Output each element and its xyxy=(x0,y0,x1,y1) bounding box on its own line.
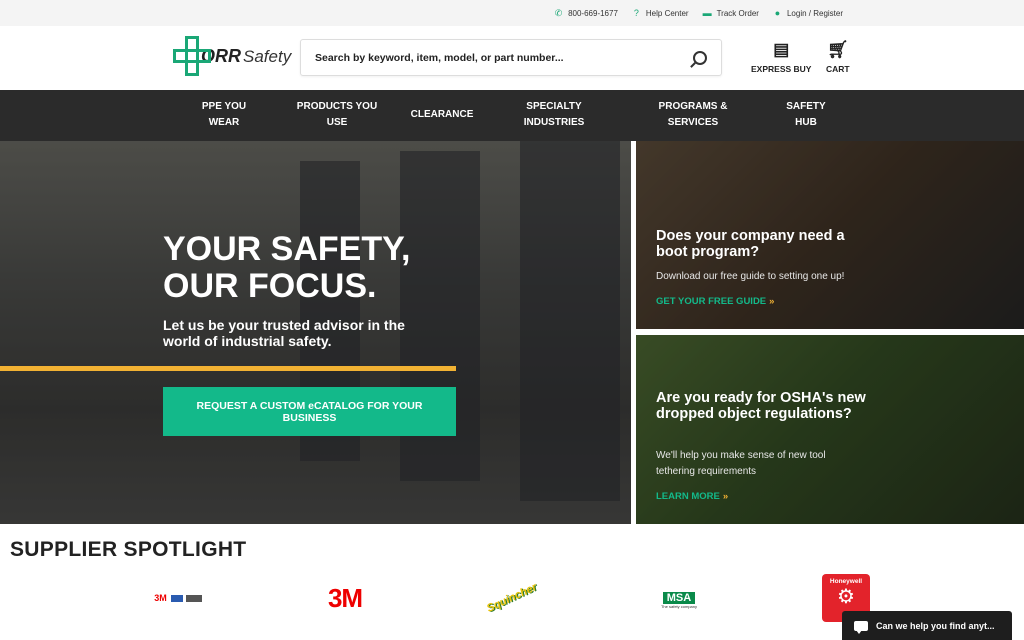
hero-title-line1: YOUR SAFETY, xyxy=(163,230,411,268)
promo-card-boot-program[interactable]: Does your company need a boot program? D… xyxy=(636,141,1024,329)
login-label: Login / Register xyxy=(786,8,843,18)
cart-label: CART xyxy=(826,64,850,74)
brand-3m-label: 3M xyxy=(327,582,363,613)
supplier-spotlight-title: SUPPLIER SPOTLIGHT xyxy=(10,538,247,561)
nav-specialty-line1: SPECIALTY xyxy=(526,101,582,112)
card-title: Does your company need a boot program? xyxy=(656,228,845,260)
brand-msa-label: MSA xyxy=(662,591,696,604)
phone-link[interactable]: ✆ 800-669-1677 xyxy=(554,8,618,19)
nav-products-you-use[interactable]: PRODUCTS YOU USE xyxy=(292,99,382,131)
truck-icon: ▬ xyxy=(702,8,712,18)
brand-msa[interactable]: MSA The safety company xyxy=(656,588,702,612)
nav-programs-line2: SERVICES xyxy=(667,117,719,128)
card-text: We'll help you make sense of new tool te… xyxy=(656,450,826,477)
flag-icon xyxy=(170,594,183,602)
help-label: Help Center xyxy=(645,8,689,18)
nav-products-line2: USE xyxy=(326,117,348,128)
link-label: GET YOUR FREE GUIDE xyxy=(656,296,767,307)
help-icon: ? xyxy=(633,8,639,18)
nav-safety-hub[interactable]: SAFETY HUB xyxy=(778,99,834,131)
promo-card-osha[interactable]: Are you ready for OSHA's new dropped obj… xyxy=(636,335,1024,524)
card-title: Are you ready for OSHA's new dropped obj… xyxy=(656,390,866,422)
logo-name: Safety xyxy=(243,46,292,66)
cart-icon: 🛒︎ xyxy=(827,40,849,59)
gear-icon: ⚙ xyxy=(837,586,855,608)
logo-text: ORR Safety xyxy=(201,45,292,67)
hero-subtitle: Let us be your trusted advisor in the wo… xyxy=(163,317,405,349)
express-buy-button[interactable]: ▤ EXPRESS BUY xyxy=(751,41,811,74)
nav-products-line1: PRODUCTS YOU xyxy=(296,101,378,112)
link-label: LEARN MORE xyxy=(656,491,720,502)
chat-widget-button[interactable]: Can we help you find anyt... xyxy=(842,611,1012,640)
brand-honeywell-label: Honeywell xyxy=(829,578,863,585)
learn-more-link[interactable]: LEARN MORE» xyxy=(656,491,728,502)
chat-label: Can we help you find anyt... xyxy=(876,620,995,631)
get-free-guide-link[interactable]: GET YOUR FREE GUIDE» xyxy=(656,296,774,307)
brand-3m-small[interactable]: 3M xyxy=(150,588,206,608)
search-input[interactable] xyxy=(315,51,693,64)
brand-3m-small-label: 3M xyxy=(154,593,167,603)
chevron-right-icon: » xyxy=(722,491,729,502)
cart-button[interactable]: 🛒︎ CART xyxy=(826,41,850,74)
nav-hub-line1: SAFETY xyxy=(786,101,826,112)
brand-squincher[interactable]: Squincher xyxy=(485,578,539,618)
search-bar xyxy=(300,39,722,76)
nav-ppe-line1: PPE YOU xyxy=(201,101,247,112)
hero-banner: YOUR SAFETY, OUR FOCUS. Let us be your t… xyxy=(0,141,631,524)
phone-icon: ✆ xyxy=(554,7,563,18)
track-label: Track Order xyxy=(716,8,759,18)
login-register-link[interactable]: ● Login / Register xyxy=(773,8,843,18)
request-ecatalog-button[interactable]: REQUEST A CUSTOM eCATALOG FOR YOUR BUSIN… xyxy=(163,387,456,436)
nav-ppe-line2: WEAR xyxy=(208,117,240,128)
hero-accent-bar xyxy=(0,366,456,371)
main-nav: PPE YOU WEAR PRODUCTS YOU USE CLEARANCE … xyxy=(0,90,1024,141)
site-header: ORRSafety ▤ EXPRESS BUY 🛒︎ CART xyxy=(0,26,1024,90)
card-text: Download our free guide to setting one u… xyxy=(656,271,845,282)
orr-safety-logo[interactable]: ORR Safety xyxy=(173,36,291,76)
chat-bubble-icon xyxy=(854,620,868,634)
hero-title-line2: OUR FOCUS. xyxy=(163,267,377,305)
user-icon: ● xyxy=(774,8,781,18)
help-center-link[interactable]: ? Help Center xyxy=(632,8,689,18)
phone-label: 800-669-1677 xyxy=(568,8,618,18)
brand-msa-tagline: The safety company xyxy=(660,603,698,609)
hero-title: YOUR SAFETY, OUR FOCUS. xyxy=(163,231,410,305)
nav-ppe-you-wear[interactable]: PPE YOU WEAR xyxy=(196,99,252,131)
badge-icon xyxy=(185,594,202,602)
brand-squincher-label: Squincher xyxy=(485,581,539,615)
nav-programs-line1: PROGRAMS & xyxy=(658,101,728,112)
chevron-right-icon: » xyxy=(769,296,775,307)
search-icon[interactable] xyxy=(693,50,707,65)
utility-bar: ✆ 800-669-1677 ? Help Center ▬ Track Ord… xyxy=(0,0,1024,26)
brand-3m[interactable]: 3M xyxy=(320,583,370,613)
nav-hub-line2: HUB xyxy=(795,117,817,128)
nav-specialty-industries[interactable]: SPECIALTY INDUSTRIES xyxy=(514,99,594,131)
nav-programs-services[interactable]: PROGRAMS & SERVICES xyxy=(653,99,733,131)
nav-clearance[interactable]: CLEARANCE xyxy=(407,107,477,123)
cross-logo-icon xyxy=(173,36,211,76)
clipboard-icon: ▤ xyxy=(773,40,790,59)
nav-specialty-line2: INDUSTRIES xyxy=(523,117,585,128)
express-buy-label: EXPRESS BUY xyxy=(751,64,812,74)
track-order-link[interactable]: ▬ Track Order xyxy=(703,8,759,18)
nav-clearance-line1: CLEARANCE xyxy=(410,109,474,120)
